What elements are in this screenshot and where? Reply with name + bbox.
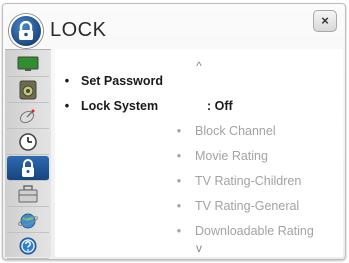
set-password-label: Set Password <box>81 74 163 88</box>
sidebar <box>5 49 51 259</box>
menu-item-tv-rating-children: • TV Rating-Children <box>55 170 343 192</box>
bullet: • <box>176 124 182 138</box>
bullet: • <box>176 149 182 163</box>
briefcase-icon <box>18 185 38 203</box>
movie-rating-label: Movie Rating <box>195 149 268 163</box>
page-title: LOCK <box>50 19 107 41</box>
sidebar-item-audio[interactable] <box>7 78 49 103</box>
block-channel-label: Block Channel <box>195 124 276 138</box>
downloadable-rating-label: Downloadable Rating <box>195 224 314 238</box>
lock-menu-dialog: LOCK × ^ • Set Password • Lock System: … <box>2 3 346 260</box>
tv-rating-children-label: TV Rating-Children <box>195 174 302 188</box>
menu-item-movie-rating: • Movie Rating <box>55 145 343 167</box>
help-icon <box>19 237 37 255</box>
satellite-dish-icon <box>19 109 35 124</box>
menu-item-block-channel: • Block Channel <box>55 120 343 142</box>
menu-item-set-password[interactable]: • Set Password <box>55 70 343 92</box>
menu-item-downloadable-rating: • Downloadable Rating <box>55 220 343 242</box>
sidebar-item-time[interactable] <box>7 130 49 155</box>
lock-system-label: Lock System <box>81 99 159 113</box>
close-button[interactable]: × <box>313 10 337 32</box>
scroll-down-arrow[interactable]: v <box>55 241 343 255</box>
bullet: • <box>64 99 70 113</box>
dialog-header: LOCK × <box>3 4 345 50</box>
lock-icon <box>9 14 43 48</box>
lock-icon <box>22 159 34 177</box>
sidebar-item-lock[interactable] <box>7 156 49 181</box>
clock-icon <box>19 133 37 151</box>
tv-rating-general-label: TV Rating-General <box>195 199 300 213</box>
sidebar-item-network[interactable] <box>7 208 49 233</box>
sidebar-item-options[interactable] <box>7 182 49 207</box>
network-globe-icon <box>18 213 38 229</box>
bullet: • <box>64 74 70 88</box>
tv-screen-icon <box>17 56 39 71</box>
bullet: • <box>176 174 182 188</box>
lock-system-value: : Off <box>207 99 233 113</box>
sidebar-item-picture[interactable] <box>7 52 49 77</box>
sidebar-item-support[interactable] <box>7 234 49 259</box>
menu-item-tv-rating-general: • TV Rating-General <box>55 195 343 217</box>
menu-item-lock-system[interactable]: • Lock System : Off <box>55 95 343 117</box>
bullet: • <box>176 199 182 213</box>
lock-settings-panel: ^ • Set Password • Lock System : Off • B… <box>55 49 343 257</box>
bullet: • <box>176 224 182 238</box>
sidebar-item-channel[interactable] <box>7 104 49 129</box>
speaker-icon <box>19 80 37 100</box>
